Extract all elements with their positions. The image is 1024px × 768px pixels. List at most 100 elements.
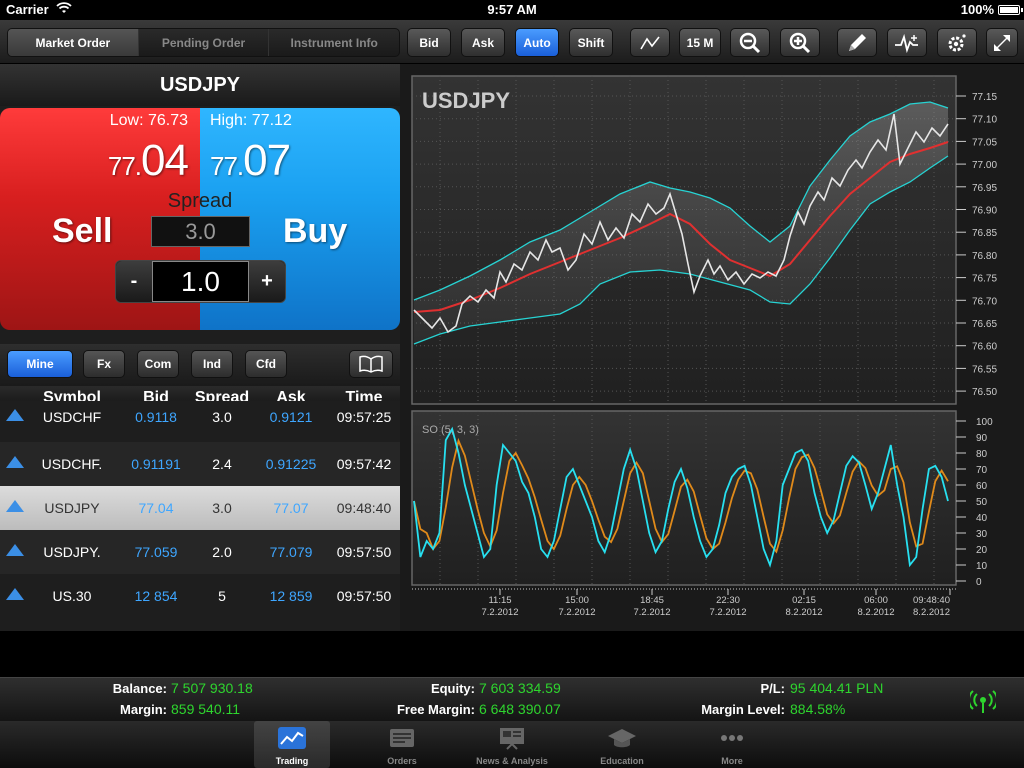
battery-icon: [998, 5, 1023, 15]
oscillator-label: SO (5, 3, 3): [422, 424, 479, 436]
price-axis: 77.15 77.10 77.05 77.00 76.95 76.90 76.85 76.80…: [956, 92, 997, 398]
indicator-button[interactable]: [887, 28, 927, 57]
row-spread: 2.4: [212, 456, 232, 472]
ask-button[interactable]: Ask: [461, 28, 505, 57]
more-dots-icon: [721, 735, 743, 741]
date-tick-label: 8.2.2012: [858, 607, 895, 618]
tab-pending-order[interactable]: Pending Order: [139, 29, 270, 56]
balance-label: Balance:: [112, 681, 167, 696]
tab-orders[interactable]: Orders: [364, 721, 440, 768]
quantity-decrease-button[interactable]: -: [116, 261, 152, 302]
time-tick-label: 02:15: [792, 595, 816, 606]
quantity-input[interactable]: 1.0: [152, 261, 249, 302]
oscillator-tick-label: 100: [976, 417, 993, 428]
shift-button[interactable]: Shift: [569, 28, 613, 57]
time-tick-label: 11:15: [488, 595, 511, 606]
row-spread: 2.0: [212, 544, 232, 560]
settings-button[interactable]: [937, 28, 977, 57]
fullscreen-button[interactable]: [986, 28, 1018, 57]
chart-area[interactable]: USDJPY 77.15 77.10 77.05 77.00 76.95 76.90 76.…: [400, 64, 1024, 631]
table-row-selected[interactable]: USDJPY 77.04 3.0 77.07 09:48:40: [0, 486, 400, 530]
tab-market-order[interactable]: Market Order: [8, 29, 139, 56]
table-row[interactable]: US.30 12 854 5 12 859 09:57:50: [0, 574, 400, 618]
price-tick-label: 76.95: [972, 183, 997, 194]
oscillator-tick-label: 60: [976, 481, 988, 492]
sell-price: 77.04: [107, 136, 189, 186]
high-price-label: High: 77.12: [210, 112, 292, 129]
price-tick-label: 76.65: [972, 319, 997, 330]
buy-price-main: 07: [243, 136, 291, 185]
filter-com[interactable]: Com: [137, 350, 179, 378]
price-tick-label: 76.75: [972, 274, 997, 285]
oscillator-tick-label: 80: [976, 449, 988, 460]
bid-button[interactable]: Bid: [407, 28, 451, 57]
row-ask: 0.91225: [265, 456, 317, 472]
filter-mine[interactable]: Mine: [7, 350, 73, 378]
date-tick-label: 8.2.2012: [913, 607, 950, 618]
oscillator-tick-label: 30: [976, 529, 988, 540]
oscillator-tick-label: 40: [976, 513, 988, 524]
sell-price-prefix: 77.: [107, 151, 142, 181]
sell-label: Sell: [52, 212, 113, 250]
timeframe-button[interactable]: 15 M: [679, 28, 721, 57]
table-row[interactable]: USDJPY. 77.059 2.0 77.079 09:57:50: [0, 530, 400, 574]
price-tick-label: 77.00: [972, 160, 997, 171]
balance-value: 7 507 930.18: [171, 680, 253, 696]
oscillator-axis: 1009080706050403020100: [956, 417, 993, 588]
spread-label: Spread: [167, 190, 233, 212]
table-row[interactable]: USDCHF 0.9118 3.0 0.9121 09:57:25: [0, 401, 400, 441]
quantity-increase-button[interactable]: +: [249, 261, 285, 302]
margin-level-label: Margin Level:: [701, 702, 785, 717]
buy-price: 77.07: [210, 136, 291, 186]
zoom-out-button[interactable]: [730, 28, 770, 57]
tab-instrument-info[interactable]: Instrument Info: [269, 29, 399, 56]
catalog-button[interactable]: [349, 350, 393, 378]
row-bid: 0.9118: [135, 409, 177, 425]
chart-type-button[interactable]: [630, 28, 670, 57]
oscillator-tick-label: 50: [976, 497, 988, 508]
time-tick-label: 09:48:40: [913, 595, 950, 606]
order-panel: USDJPY Low: 76.73 77.04 Sell High: 77.12…: [0, 64, 400, 631]
row-ask: 0.9121: [269, 409, 313, 425]
filter-fx[interactable]: Fx: [83, 350, 125, 378]
row-time: 09:57:25: [336, 409, 392, 425]
connection-status-icon[interactable]: [970, 690, 996, 714]
row-bid: 77.04: [138, 500, 174, 516]
row-symbol: USDJPY.: [43, 544, 101, 560]
filter-cfd[interactable]: Cfd: [245, 350, 287, 378]
price-tick-label: 76.50: [972, 387, 997, 398]
row-time: 09:48:40: [336, 500, 392, 516]
time-tick-label: 15:00: [565, 595, 589, 606]
tab-more[interactable]: More: [694, 721, 770, 768]
table-row[interactable]: USDCHF. 0.91191 2.4 0.91225 09:57:42: [0, 442, 400, 486]
quantity-stepper: - 1.0 +: [115, 260, 286, 303]
time-tick-label: 22:30: [716, 595, 740, 606]
sell-price-main: 04: [141, 136, 189, 185]
row-symbol: US.30: [52, 588, 92, 604]
tab-orders-label: Orders: [387, 756, 417, 766]
row-symbol: USDCHF.: [41, 456, 103, 472]
account-summary: Balance: 7 507 930.18 Margin: 859 540.11…: [0, 677, 1024, 721]
time-tick-label: 18:45: [640, 595, 664, 606]
line-chart-icon: [640, 36, 660, 49]
auto-button[interactable]: Auto: [515, 28, 559, 57]
buy-label: Buy: [283, 212, 348, 250]
row-ask: 12 859: [269, 588, 313, 604]
status-bar: Carrier 9:57 AM 100%: [0, 0, 1024, 20]
time-axis: 11:157.2.201215:007.2.201218:457.2.20122…: [412, 588, 956, 618]
price-chart[interactable]: USDJPY 77.15 77.10 77.05 77.00 76.95 76.90 76.…: [400, 64, 1024, 631]
graduation-cap-icon: [608, 729, 636, 748]
filter-ind[interactable]: Ind: [191, 350, 233, 378]
price-tick-label: 76.60: [972, 342, 997, 353]
free-margin-label: Free Margin:: [396, 702, 475, 717]
instrument-filter-bar: Mine Fx Com Ind Cfd: [0, 344, 400, 386]
tab-education[interactable]: Education: [584, 721, 660, 768]
draw-button[interactable]: [837, 28, 877, 57]
spread-value: 3.0: [151, 216, 250, 247]
tab-news-label: News & Analysis: [476, 756, 548, 766]
tab-trading[interactable]: Trading: [254, 721, 330, 768]
zoom-in-button[interactable]: [780, 28, 820, 57]
tab-news-analysis[interactable]: News & Analysis: [474, 721, 550, 768]
row-symbol: USDCHF: [42, 409, 102, 425]
top-toolbar: Market Order Pending Order Instrument In…: [0, 20, 1024, 64]
